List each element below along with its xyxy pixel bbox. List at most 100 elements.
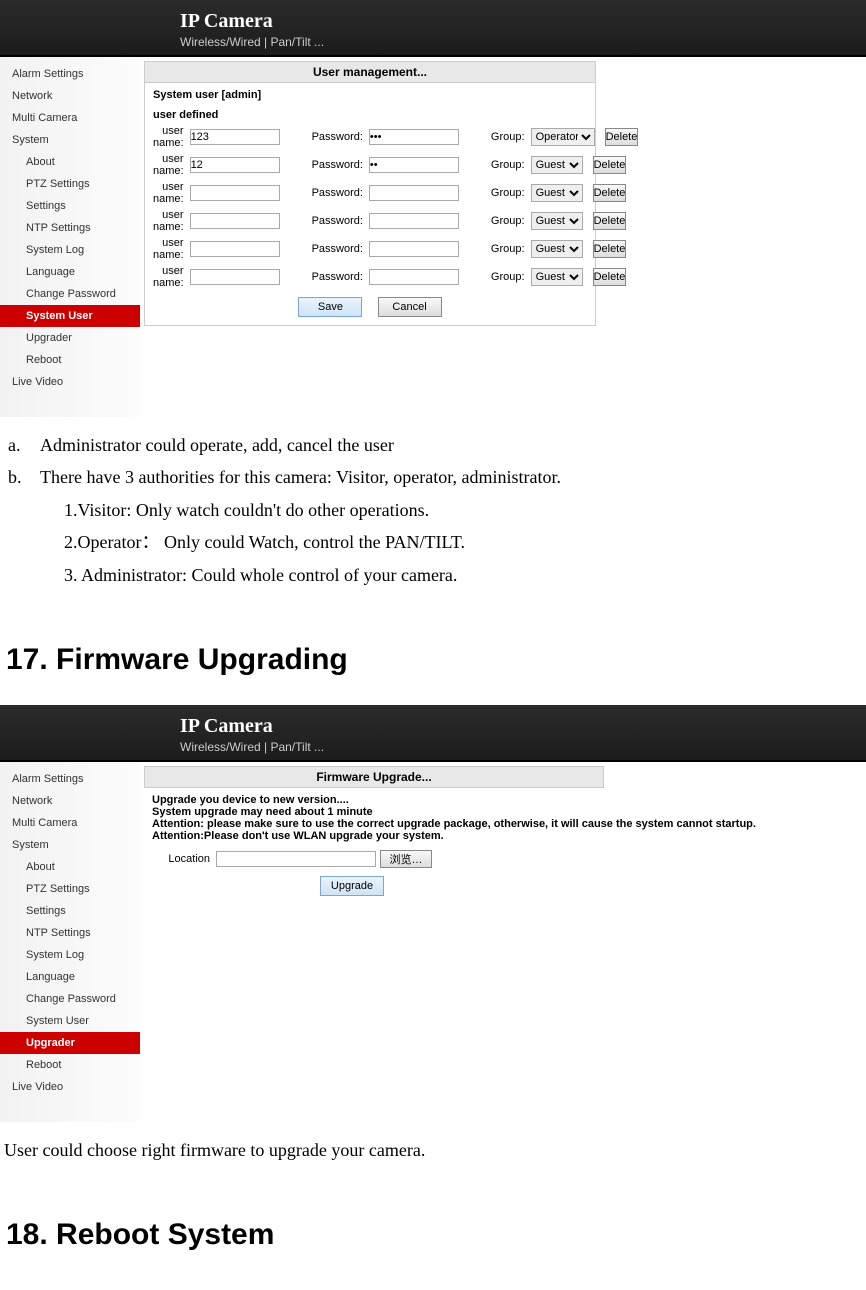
password-input[interactable] <box>369 129 459 145</box>
sidebar-sub-item[interactable]: Settings <box>0 900 140 922</box>
sidebar-item[interactable]: Live Video <box>0 371 140 393</box>
brand-subtitle: Wireless/Wired | Pan/Tilt ... <box>180 740 866 754</box>
username-label: user name: <box>153 181 186 205</box>
sidebar-item[interactable]: Live Video <box>0 1076 140 1098</box>
username-input[interactable] <box>190 185 280 201</box>
sidebar-item[interactable]: Alarm Settings <box>0 768 140 790</box>
save-button[interactable]: Save <box>298 297 362 317</box>
sidebar-sub-item[interactable]: About <box>0 151 140 173</box>
screenshot-user-management: IP Camera Wireless/Wired | Pan/Tilt ... … <box>0 0 866 417</box>
sidebar-sub-item[interactable]: Change Password <box>0 283 140 305</box>
text-a: Administrator could operate, add, cancel… <box>40 435 394 455</box>
group-select[interactable]: Guest <box>531 268 583 286</box>
text-b: There have 3 authorities for this camera… <box>40 467 561 487</box>
group-label: Group: <box>491 243 527 255</box>
delete-button[interactable]: Delete <box>593 184 627 202</box>
location-input[interactable] <box>216 851 376 867</box>
delete-button[interactable]: Delete <box>593 212 627 230</box>
username-label: user name: <box>153 209 186 233</box>
content-area: Firmware Upgrade... Upgrade you device t… <box>140 762 866 1122</box>
group-select[interactable]: Guest <box>531 184 583 202</box>
sidebar-sub-item[interactable]: Language <box>0 966 140 988</box>
top-bar: IP Camera Wireless/Wired | Pan/Tilt ... <box>0 705 866 762</box>
sidebar-sub-item[interactable]: PTZ Settings <box>0 878 140 900</box>
group-label: Group: <box>491 271 527 283</box>
sidebar-sub-item[interactable]: Settings <box>0 195 140 217</box>
brand-title: IP Camera <box>180 715 866 738</box>
sidebar-item[interactable]: Multi Camera <box>0 812 140 834</box>
sidebar-item[interactable]: Alarm Settings <box>0 63 140 85</box>
brand-subtitle: Wireless/Wired | Pan/Tilt ... <box>180 35 866 49</box>
upgrade-button[interactable]: Upgrade <box>320 876 384 896</box>
content-area: User management... System user [admin] u… <box>140 57 600 417</box>
browse-button[interactable]: 浏览… <box>380 850 432 868</box>
fw-line1: Upgrade you device to new version.... <box>152 794 854 806</box>
password-input[interactable] <box>369 241 459 257</box>
sidebar-sub-item[interactable]: System User <box>0 1010 140 1032</box>
user-row: user name:Password:Group:GuestDelete <box>153 209 587 233</box>
sidebar-item[interactable]: System <box>0 834 140 856</box>
sidebar: Alarm SettingsNetworkMulti CameraSystemA… <box>0 57 140 417</box>
delete-button[interactable]: Delete <box>593 268 627 286</box>
panel-body: Upgrade you device to new version.... Sy… <box>144 788 862 908</box>
screenshot-firmware-upgrade: IP Camera Wireless/Wired | Pan/Tilt ... … <box>0 705 866 1122</box>
username-input[interactable] <box>190 157 280 173</box>
brand-title: IP Camera <box>180 10 866 33</box>
panel-body: System user [admin] user defined user na… <box>144 83 596 326</box>
user-row: user name:Password:Group:GuestDelete <box>153 153 587 177</box>
sidebar-item[interactable]: Network <box>0 790 140 812</box>
username-label: user name: <box>153 125 186 149</box>
system-user-label: System user [admin] <box>153 89 587 101</box>
password-input[interactable] <box>369 269 459 285</box>
group-label: Group: <box>491 215 527 227</box>
password-input[interactable] <box>369 185 459 201</box>
sidebar-sub-item[interactable]: Reboot <box>0 1054 140 1076</box>
text-b1: 1.Visitor: Only watch couldn't do other … <box>4 494 862 526</box>
delete-button[interactable]: Delete <box>593 240 627 258</box>
group-label: Group: <box>491 187 527 199</box>
group-select[interactable]: Guest <box>531 240 583 258</box>
fw-line3: Attention: please make sure to use the c… <box>152 818 854 830</box>
button-row: Upgrade <box>152 876 552 896</box>
group-label: Group: <box>491 131 527 143</box>
top-bar: IP Camera Wireless/Wired | Pan/Tilt ... <box>0 0 866 57</box>
sidebar-sub-item[interactable]: System Log <box>0 944 140 966</box>
password-input[interactable] <box>369 213 459 229</box>
sidebar-sub-item[interactable]: Upgrader <box>0 1032 140 1054</box>
username-input[interactable] <box>190 269 280 285</box>
text-b2: 2.Operator： Only could Watch, control th… <box>4 526 862 558</box>
sidebar-sub-item[interactable]: Upgrader <box>0 327 140 349</box>
sidebar-sub-item[interactable]: Change Password <box>0 988 140 1010</box>
user-defined-label: user defined <box>153 109 587 121</box>
password-label: Password: <box>312 215 365 227</box>
password-input[interactable] <box>369 157 459 173</box>
location-label: Location <box>152 853 212 865</box>
sidebar-item[interactable]: System <box>0 129 140 151</box>
username-input[interactable] <box>190 213 280 229</box>
password-label: Password: <box>312 243 365 255</box>
sidebar-sub-item[interactable]: Language <box>0 261 140 283</box>
delete-button[interactable]: Delete <box>593 156 627 174</box>
group-select[interactable]: Guest <box>531 156 583 174</box>
group-select[interactable]: Operator <box>531 128 595 146</box>
sidebar-sub-item[interactable]: NTP Settings <box>0 217 140 239</box>
username-input[interactable] <box>190 129 280 145</box>
cancel-button[interactable]: Cancel <box>378 297 442 317</box>
username-label: user name: <box>153 265 186 289</box>
list-item-b: There have 3 authorities for this camera… <box>4 461 862 493</box>
sidebar-sub-item[interactable]: Reboot <box>0 349 140 371</box>
user-row: user name:Password:Group:GuestDelete <box>153 181 587 205</box>
sidebar-sub-item[interactable]: System Log <box>0 239 140 261</box>
sidebar-item[interactable]: Multi Camera <box>0 107 140 129</box>
document-text: Administrator could operate, add, cancel… <box>0 417 866 687</box>
fw-line4: Attention:Please don't use WLAN upgrade … <box>152 830 854 842</box>
sidebar-sub-item[interactable]: NTP Settings <box>0 922 140 944</box>
sidebar-sub-item[interactable]: About <box>0 856 140 878</box>
sidebar-sub-item[interactable]: PTZ Settings <box>0 173 140 195</box>
delete-button[interactable]: Delete <box>605 128 639 146</box>
username-input[interactable] <box>190 241 280 257</box>
username-label: user name: <box>153 237 186 261</box>
sidebar-item[interactable]: Network <box>0 85 140 107</box>
group-select[interactable]: Guest <box>531 212 583 230</box>
sidebar-sub-item[interactable]: System User <box>0 305 140 327</box>
